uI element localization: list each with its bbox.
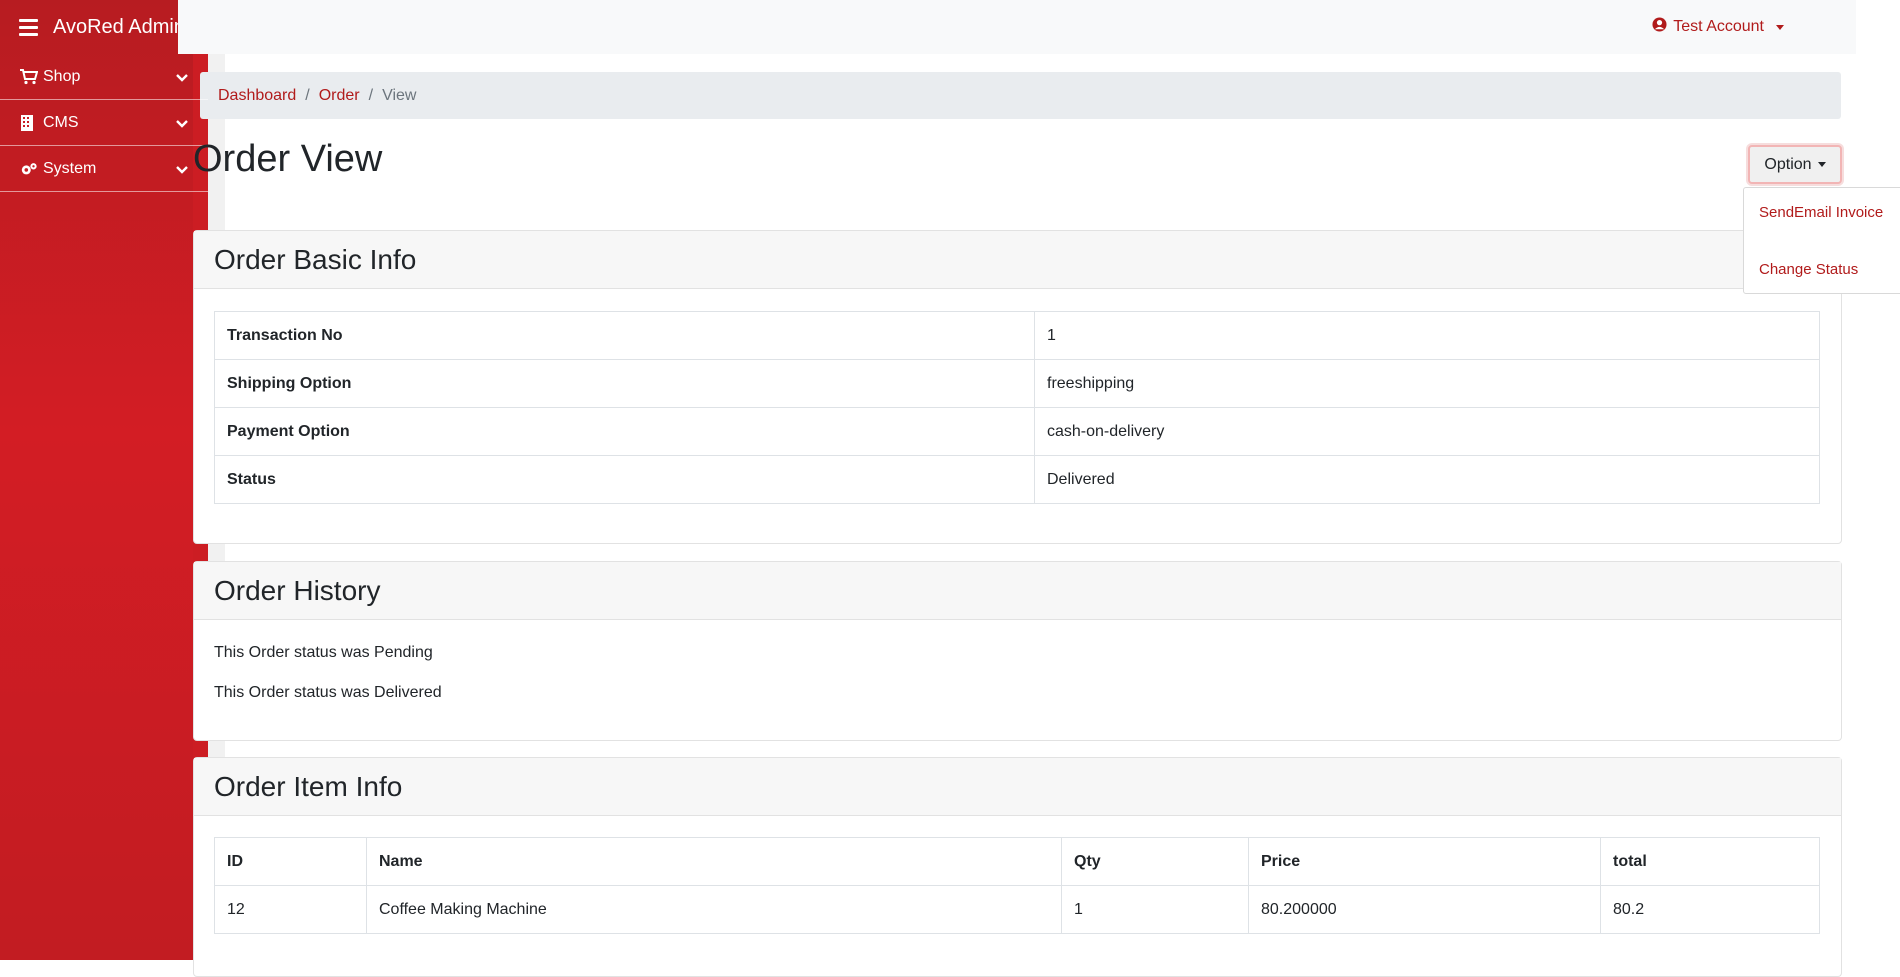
gears-icon bbox=[20, 161, 38, 177]
sidebar-item-cms[interactable]: CMS bbox=[0, 100, 208, 146]
cart-icon bbox=[20, 68, 38, 85]
card-title: Order Basic Info bbox=[194, 231, 1841, 289]
cell-qty: 1 bbox=[1061, 885, 1249, 934]
account-name: Test Account bbox=[1673, 18, 1764, 35]
cell-id: 12 bbox=[214, 885, 367, 934]
sidebar-item-label: System bbox=[43, 159, 97, 177]
history-entry: This Order status was Delivered bbox=[214, 684, 442, 701]
sidebar-menu: Shop CMS System bbox=[0, 54, 208, 192]
row-value: cash-on-delivery bbox=[1034, 407, 1820, 456]
chevron-down-icon bbox=[176, 70, 188, 88]
basic-info-table: Transaction No 1 Shipping Option freeshi… bbox=[214, 311, 1820, 504]
option-dropdown-menu: SendEmail Invoice Change Status bbox=[1743, 187, 1900, 294]
column-header: ID bbox=[214, 837, 367, 886]
order-history-card: Order History This Order status was Pend… bbox=[193, 561, 1842, 741]
column-header: Qty bbox=[1061, 837, 1249, 886]
caret-down-icon bbox=[1776, 24, 1784, 30]
order-items-table: ID Name Qty Price total 12 Coffee Making… bbox=[214, 837, 1820, 934]
breadcrumb-separator: / bbox=[305, 86, 310, 104]
user-circle-icon bbox=[1652, 17, 1667, 37]
breadcrumb: Dashboard / Order / View bbox=[200, 72, 1841, 119]
column-header: Name bbox=[366, 837, 1062, 886]
history-entry: This Order status was Pending bbox=[214, 644, 433, 661]
breadcrumb-current: View bbox=[382, 86, 417, 104]
row-label: Shipping Option bbox=[214, 359, 1035, 408]
cell-price: 80.200000 bbox=[1248, 885, 1601, 934]
table-row: 12 Coffee Making Machine 1 80.200000 80.… bbox=[214, 885, 1820, 934]
row-label: Status bbox=[214, 455, 1035, 504]
row-value: freeshipping bbox=[1034, 359, 1820, 408]
brand-title[interactable]: AvoRed Admin bbox=[53, 16, 185, 39]
sidebar-brand: AvoRed Admin bbox=[0, 0, 193, 54]
cell-total: 80.2 bbox=[1600, 885, 1820, 934]
account-dropdown[interactable]: Test Account bbox=[1652, 17, 1784, 37]
option-button-label: Option bbox=[1764, 155, 1812, 173]
card-title: Order History bbox=[194, 562, 1841, 620]
sidebar-item-shop[interactable]: Shop bbox=[0, 54, 208, 100]
breadcrumb-order[interactable]: Order bbox=[319, 87, 360, 105]
table-row: Payment Option cash-on-delivery bbox=[214, 407, 1820, 456]
order-basic-info-card: Order Basic Info Transaction No 1 Shippi… bbox=[193, 230, 1842, 544]
menu-item-send-email-invoice[interactable]: SendEmail Invoice bbox=[1759, 203, 1889, 222]
column-header: total bbox=[1600, 837, 1820, 886]
menu-item-change-status[interactable]: Change Status bbox=[1759, 260, 1889, 279]
chevron-down-icon bbox=[176, 116, 188, 134]
sidebar-item-label: Shop bbox=[43, 67, 81, 85]
column-header: Price bbox=[1248, 837, 1601, 886]
order-item-info-card: Order Item Info ID Name Qty Price total … bbox=[193, 757, 1842, 977]
sidebar-item-system[interactable]: System bbox=[0, 146, 208, 192]
row-label: Transaction No bbox=[214, 311, 1035, 360]
hamburger-menu-icon[interactable] bbox=[19, 18, 38, 36]
row-value: 1 bbox=[1034, 311, 1820, 360]
top-navbar: Test Account bbox=[178, 0, 1856, 54]
breadcrumb-dashboard[interactable]: Dashboard bbox=[218, 87, 296, 105]
row-label: Payment Option bbox=[214, 407, 1035, 456]
chevron-down-icon bbox=[176, 162, 188, 180]
sidebar-item-label: CMS bbox=[43, 113, 79, 131]
cell-name: Coffee Making Machine bbox=[366, 885, 1062, 934]
option-dropdown-button[interactable]: Option bbox=[1748, 145, 1842, 184]
table-row: Status Delivered bbox=[214, 455, 1820, 504]
table-row: Shipping Option freeshipping bbox=[214, 359, 1820, 408]
table-header-row: ID Name Qty Price total bbox=[214, 837, 1820, 886]
breadcrumb-separator: / bbox=[368, 86, 374, 104]
page-title: Order View bbox=[193, 138, 383, 180]
building-icon bbox=[20, 114, 38, 131]
card-title: Order Item Info bbox=[194, 758, 1841, 816]
caret-down-icon bbox=[1817, 162, 1826, 167]
row-value: Delivered bbox=[1034, 455, 1820, 504]
table-row: Transaction No 1 bbox=[214, 311, 1820, 360]
